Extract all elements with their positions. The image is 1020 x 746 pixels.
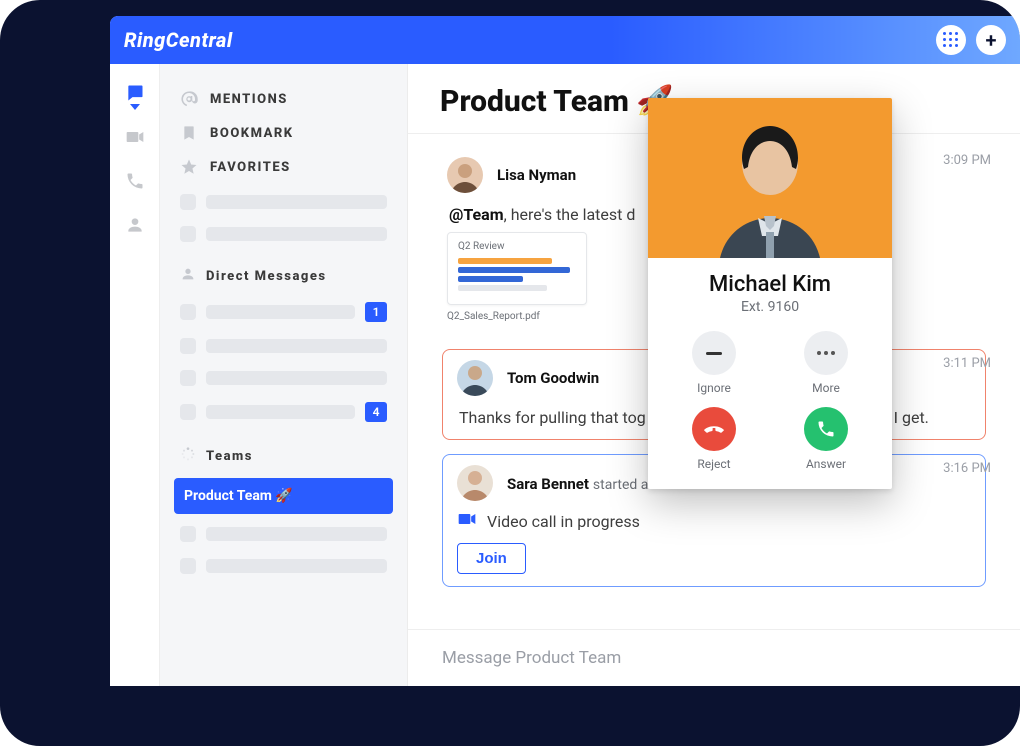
caller-extension: Ext. 9160 xyxy=(658,299,882,315)
sidebar-item-mentions[interactable]: Mentions xyxy=(174,82,393,116)
reject-button[interactable]: Reject xyxy=(658,407,770,471)
video-call-status: Video call in progress xyxy=(487,512,640,531)
sidebar: Mentions Bookmark Favorites xyxy=(160,64,408,686)
teams-header[interactable]: Teams xyxy=(174,432,393,472)
dm-item[interactable] xyxy=(174,364,393,392)
avatar[interactable] xyxy=(457,360,493,396)
more-icon xyxy=(817,351,835,355)
ignore-label: Ignore xyxy=(697,381,731,395)
dm-item[interactable]: 4 xyxy=(174,396,393,428)
video-tab-icon[interactable] xyxy=(124,126,146,148)
mention[interactable]: @Team xyxy=(449,205,504,224)
message-time: 3:09 PM xyxy=(943,153,991,168)
join-button[interactable]: Join xyxy=(457,543,526,574)
unread-badge: 1 xyxy=(365,302,387,322)
team-item[interactable] xyxy=(174,552,393,580)
sidebar-item-product-team[interactable]: Product Team 🚀 xyxy=(174,478,393,514)
teams-label: Teams xyxy=(206,449,253,464)
new-button[interactable]: + xyxy=(976,25,1006,55)
team-item[interactable] xyxy=(174,520,393,548)
avatar[interactable] xyxy=(447,157,483,193)
star-icon xyxy=(180,158,198,176)
message-action-text: started a xyxy=(593,477,649,493)
message-author: Tom Goodwin xyxy=(507,369,599,387)
main-content: Product Team 🚀 Lisa Nyman 3:09 PM @Team,… xyxy=(408,64,1020,686)
message-author: Lisa Nyman xyxy=(497,166,576,184)
minus-icon xyxy=(706,352,722,355)
product-team-label: Product Team 🚀 xyxy=(184,488,293,504)
more-label: More xyxy=(812,381,840,395)
dialpad-icon xyxy=(943,32,959,48)
brand-logo: RingCentral xyxy=(124,28,233,52)
nav-rail xyxy=(110,64,160,686)
caller-name: Michael Kim xyxy=(658,272,882,297)
sidebar-item-bookmark[interactable]: Bookmark xyxy=(174,116,393,150)
message-author: Sara Bennet xyxy=(507,475,589,493)
hangup-icon xyxy=(703,418,725,440)
ignore-button[interactable]: Ignore xyxy=(658,331,770,395)
at-icon xyxy=(180,90,198,108)
direct-messages-header[interactable]: Direct Messages xyxy=(174,252,393,292)
video-icon xyxy=(457,509,477,533)
phone-icon xyxy=(816,419,836,439)
favorites-label: Favorites xyxy=(210,160,291,175)
dialpad-button[interactable] xyxy=(936,25,966,55)
plus-icon: + xyxy=(986,30,997,50)
answer-button[interactable]: Answer xyxy=(770,407,882,471)
more-button[interactable]: More xyxy=(770,331,882,395)
reject-label: Reject xyxy=(697,457,730,471)
person-icon xyxy=(180,266,196,286)
contacts-tab-icon[interactable] xyxy=(124,214,146,236)
sidebar-placeholder xyxy=(174,188,393,216)
dm-item[interactable] xyxy=(174,332,393,360)
dm-item[interactable]: 1 xyxy=(174,296,393,328)
unread-badge: 4 xyxy=(365,402,387,422)
sidebar-item-favorites[interactable]: Favorites xyxy=(174,150,393,184)
sidebar-placeholder xyxy=(174,220,393,248)
caller-photo xyxy=(648,98,892,258)
phone-tab-icon[interactable] xyxy=(124,170,146,192)
messages-tab-icon[interactable] xyxy=(124,82,146,104)
mentions-label: Mentions xyxy=(210,92,288,107)
top-bar: RingCentral + xyxy=(110,16,1020,64)
message-time: 3:11 PM xyxy=(943,356,991,371)
attachment-title: Q2 Review xyxy=(458,241,576,252)
bookmark-icon xyxy=(180,124,198,142)
message-time: 3:16 PM xyxy=(943,461,991,476)
file-attachment[interactable]: Q2 Review xyxy=(447,232,587,305)
avatar[interactable] xyxy=(457,465,493,501)
bookmark-label: Bookmark xyxy=(210,126,294,141)
spinner-icon xyxy=(180,446,196,466)
message-composer[interactable]: Message Product Team xyxy=(408,629,1020,686)
answer-label: Answer xyxy=(806,457,846,471)
incoming-call-card: Michael Kim Ext. 9160 Ignore More xyxy=(648,98,892,489)
dm-label: Direct Messages xyxy=(206,269,327,284)
